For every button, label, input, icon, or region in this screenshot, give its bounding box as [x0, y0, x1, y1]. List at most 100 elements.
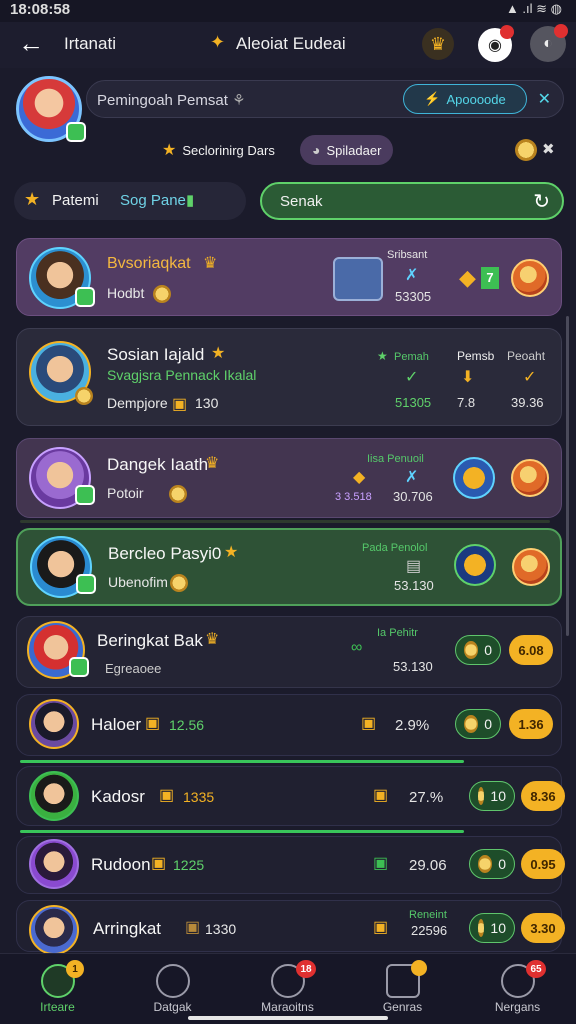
battery-icon: ▮	[186, 192, 195, 209]
check-icon: ✓	[523, 369, 537, 386]
crate-icon: ▣	[172, 396, 188, 413]
player-avatar	[29, 699, 79, 749]
player-score: 53.130	[394, 578, 434, 593]
refresh-icon[interactable]: ↻	[533, 189, 550, 214]
coin-pill[interactable]: 0	[469, 849, 515, 879]
nav-item-missions[interactable]: 18 Maraoitns	[230, 954, 345, 1024]
coin-icon	[478, 787, 485, 805]
level-badge-icon	[69, 657, 89, 677]
reward-pill[interactable]: 1.36	[509, 709, 553, 739]
crate-icon: ▣	[185, 919, 201, 936]
player-score: 51305	[395, 395, 432, 410]
player-score: 53305	[395, 289, 432, 304]
filter-chip-spiladaer[interactable]: ◕ Spiladaer	[300, 135, 394, 165]
star-icon: ★	[162, 142, 177, 159]
tools-icon[interactable]: ✖	[542, 140, 555, 158]
player-percentage: 29.06	[409, 857, 447, 874]
profile-action-label: Apoooode	[446, 91, 506, 107]
reward-pill[interactable]: 3.30	[521, 913, 565, 943]
bolt-icon: ⚡	[424, 91, 441, 106]
profile-action-button[interactable]: ⚡ Apoooode	[403, 84, 527, 114]
coin-icon	[170, 574, 188, 592]
reward-pill[interactable]: 0.95	[521, 849, 565, 879]
coin-pill[interactable]: 10	[469, 913, 515, 943]
list-item[interactable]: Haloer ▣ 12.56 ▣ 2.9% 0 1.36	[16, 694, 562, 756]
reward-pill[interactable]: 6.08	[509, 635, 553, 665]
notification-badge	[500, 25, 514, 39]
column-label: Sribsant	[387, 249, 428, 261]
sort-label: Patemi	[52, 192, 99, 209]
list-item[interactable]: Beringkat Bak ♛ Egreaoee Ia Pehitr ∞ 53.…	[16, 616, 562, 688]
column-label: Iisa Penuoil	[367, 453, 424, 465]
coin-pill[interactable]: 10	[469, 781, 515, 811]
star-icon: ✦	[210, 32, 226, 52]
close-icon[interactable]: ✕	[538, 89, 551, 109]
list-item-selected[interactable]: Bercleo Pasyi0 ★ Ubenofim Pada Penolol ▤…	[16, 528, 562, 606]
trophy-icon[interactable]: ♛	[422, 28, 454, 60]
bottom-nav: 1 Irteare Datgak 18 Maraoitns Genras 65 …	[0, 953, 576, 1024]
column-label: Ia Pehitr	[377, 627, 418, 639]
nav-badge: 1	[66, 960, 84, 978]
link-icon: ∞	[351, 639, 363, 656]
list-item[interactable]: Arringkat ▣ 1330 Reneint ▣ 22596 10 3.30	[16, 900, 565, 955]
nav-item-home[interactable]: 1 Irteare	[0, 954, 115, 1024]
crate-icon: ▣	[361, 715, 377, 732]
list-item[interactable]: Kadosr ▣ 1335 ▣ 27.% 10 8.36	[16, 766, 565, 826]
crate-icon: ▣	[151, 855, 167, 872]
player-status: Svagjsra Pennack Ikalal	[107, 367, 257, 383]
player-count: 1225	[173, 857, 205, 873]
coin-count: 10	[490, 920, 506, 936]
reward-orb-icon[interactable]	[512, 548, 550, 586]
filter-chip-sectoring[interactable]: ★ Seclorinirg Dars	[150, 135, 287, 165]
list-item[interactable]: Sosian Iajald ★ Svagjsra Pennack Ikalal …	[16, 328, 562, 426]
gift-icon: ◆	[459, 265, 476, 290]
player-name: Haloer	[91, 715, 142, 734]
player-name: Sosian Iajald	[107, 345, 205, 364]
back-label[interactable]: Irtanati	[64, 34, 116, 54]
reward-pill[interactable]: 8.36	[521, 781, 565, 811]
player-avatar	[29, 905, 79, 955]
sort-dropdown[interactable]: ★ Patemi Sog Pane ▮	[14, 182, 246, 220]
nav-item-genras[interactable]: Genras	[345, 954, 460, 1024]
crown-icon: ♛	[205, 631, 220, 648]
list-item[interactable]: Bvsoriaqkat ♛ Hodbt Sribsant ✗ 53305 ◆ 7	[16, 238, 562, 316]
nav-item-nergans[interactable]: 65 Nergans	[460, 954, 575, 1024]
player-stat: 7.8	[457, 395, 476, 410]
list-item[interactable]: Dangek Iaath ♛ Potoir Iisa Penuoil ◆ ✗ 3…	[16, 438, 562, 518]
crown-icon: ♛	[205, 455, 220, 472]
player-score: 53.130	[393, 659, 433, 674]
crate-icon: ▣	[373, 919, 389, 936]
swords-icon: ✗	[405, 267, 419, 284]
rank-medal-icon[interactable]	[453, 457, 495, 499]
star-icon: ★	[211, 345, 226, 362]
search-input[interactable]: Senak ↻	[260, 182, 564, 220]
nav-label: Irteare	[40, 1000, 75, 1014]
player-name: Dangek Iaath	[107, 455, 209, 474]
filter-chip-label: Spiladaer	[326, 142, 382, 158]
player-percentage: 27.%	[409, 789, 444, 806]
player-percentage: 2.9%	[395, 717, 430, 734]
list-item[interactable]: Rudoon ▣ 1225 ▣ 29.06 0 0.95	[16, 836, 565, 894]
player-score: 30.706	[393, 489, 433, 504]
back-arrow-icon[interactable]: ←	[18, 28, 44, 59]
nav-label: Maraoitns	[261, 1000, 314, 1014]
reward-orb-icon[interactable]	[511, 459, 549, 497]
rank-medal-icon[interactable]	[454, 544, 496, 586]
home-indicator[interactable]	[188, 1016, 388, 1020]
nav-label: Nergans	[494, 1000, 541, 1014]
status-time: 18:08:58	[10, 1, 71, 18]
player-stat: 39.36	[511, 395, 544, 410]
nav-label: Genras	[382, 1000, 423, 1014]
scrollbar[interactable]	[566, 316, 569, 636]
coin-icon	[153, 285, 171, 303]
status-icons: ▲ .ıl ≋ ◍	[505, 1, 562, 16]
coin-icon[interactable]	[515, 139, 537, 161]
nav-item-datgak[interactable]: Datgak	[115, 954, 230, 1024]
crate-icon: ▣	[373, 787, 389, 804]
coin-pill[interactable]: 0	[455, 709, 501, 739]
reward-orb-icon[interactable]	[511, 259, 549, 297]
coin-pill[interactable]: 0	[455, 635, 501, 665]
coin-count: 10	[490, 788, 506, 804]
nav-label: Datgak	[153, 1000, 192, 1014]
progress-bar	[20, 760, 464, 763]
